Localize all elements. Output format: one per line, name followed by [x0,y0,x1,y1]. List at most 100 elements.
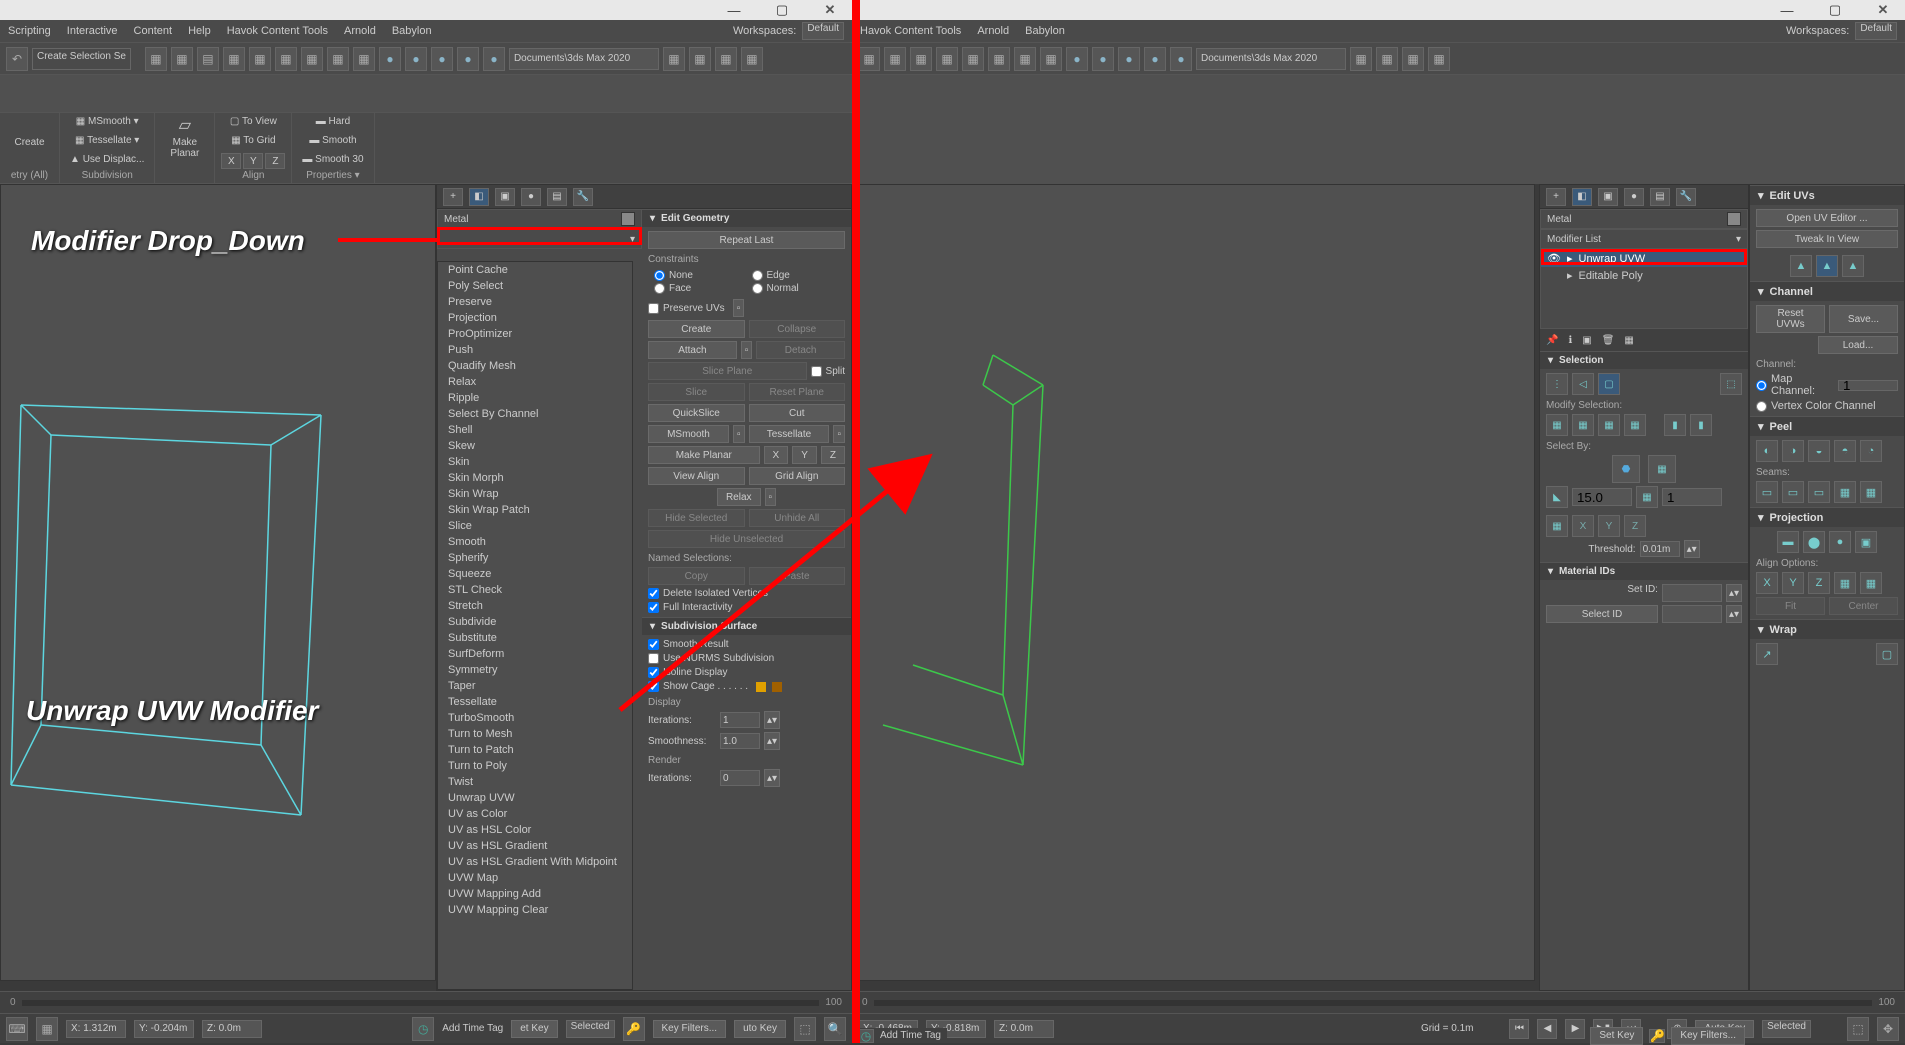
menu-arnold[interactable]: Arnold [344,25,376,37]
menu-babylon[interactable]: Babylon [392,25,432,37]
ribbon-smooth30[interactable]: ▬ Smooth 30 [298,153,367,166]
menu-help[interactable]: Help [188,25,211,37]
repeat-last-button[interactable]: Repeat Last [648,231,845,249]
rollout-selection[interactable]: ▾Selection [1540,351,1748,369]
proj-spherical-icon[interactable]: ● [1829,531,1851,553]
modifier-item-uvw-mapping-add[interactable]: UVW Mapping Add [438,886,632,902]
modifier-list-open[interactable]: Point CachePoly SelectPreserveProjection… [437,261,633,990]
tab-utilities-icon[interactable]: 🔧 [1676,188,1696,206]
modifier-item-uv-as-hsl-gradient-with-midpoint[interactable]: UV as HSL Gradient With Midpoint [438,854,632,870]
key-filters-button[interactable]: Key Filters... [1671,1027,1745,1045]
modifier-item-turn-to-poly[interactable]: Turn to Poly [438,758,632,774]
set-key-button[interactable]: Set Key [1590,1027,1643,1045]
vertex-color-radio[interactable]: Vertex Color Channel [1756,400,1898,412]
show-end-result-icon[interactable]: ℹ [1568,335,1572,346]
axis-z-icon[interactable]: Z [1624,515,1646,537]
key-filters-icon-left[interactable]: 🔑 [623,1017,645,1041]
modifier-item-substitute[interactable]: Substitute [438,630,632,646]
proj-planar-icon[interactable]: ▬ [1777,531,1799,553]
modifier-item-ripple[interactable]: Ripple [438,390,632,406]
proj-view-icon[interactable]: ▦ [1834,572,1856,594]
tool-end-3[interactable]: ▦ [715,47,737,71]
modifier-item-skew[interactable]: Skew [438,438,632,454]
cut-button[interactable]: Cut [749,404,846,422]
sel-count-field[interactable] [1662,488,1722,506]
tool-end-2[interactable]: ▦ [689,47,711,71]
tool-icon-1[interactable]: ▦ [858,47,880,71]
modifier-item-shell[interactable]: Shell [438,422,632,438]
loop-icon[interactable]: ▦ [1624,414,1646,436]
modifier-item-slice[interactable]: Slice [438,518,632,534]
render-teapot-icon-3[interactable]: ● [1118,47,1140,71]
modifier-item-subdivide[interactable]: Subdivide [438,614,632,630]
modifier-item-turbosmooth[interactable]: TurboSmooth [438,710,632,726]
tool-icon-5[interactable]: ▦ [962,47,984,71]
wrap-icon-2[interactable]: ▢ [1876,643,1898,665]
ribbon-usedisplac[interactable]: ▲ Use Displac... [66,153,148,166]
render-teapot-icon-4[interactable]: ● [1144,47,1166,71]
render-teapot-icon-5[interactable]: ● [483,47,505,71]
peel-icon-2[interactable]: ◑ [1782,440,1804,462]
rollout-material-ids[interactable]: ▾Material IDs [1540,562,1748,580]
modifier-item-uv-as-hsl-color[interactable]: UV as HSL Color [438,822,632,838]
modifier-item-squeeze[interactable]: Squeeze [438,566,632,582]
seam-icon-5[interactable]: ▦ [1860,481,1882,503]
modifier-item-surfdeform[interactable]: SurfDeform [438,646,632,662]
tool-icon-7[interactable]: ▦ [301,47,323,71]
modifier-item-twist[interactable]: Twist [438,774,632,790]
timeline-left[interactable]: 0100 [0,991,852,1013]
proj-x-icon[interactable]: X [1756,572,1778,594]
planar-angle-icon[interactable]: ◣ [1546,486,1568,508]
render-teapot-icon-2[interactable]: ● [405,47,427,71]
open-uv-editor-button[interactable]: Open UV Editor ... [1756,209,1898,227]
tool-icon-3[interactable]: ▦ [910,47,932,71]
seam-icon-4[interactable]: ▦ [1834,481,1856,503]
tool-icon-2[interactable]: ▦ [171,47,193,71]
tool-end-1[interactable]: ▦ [663,47,685,71]
proj-box-icon[interactable]: ▣ [1855,531,1877,553]
quickslice-button[interactable]: QuickSlice [648,404,745,422]
timeline-right[interactable]: 0100 [852,991,1905,1013]
menu-scripting[interactable]: Scripting [8,25,51,37]
sel-count-icon[interactable]: ▦ [1636,486,1658,508]
rollout-projection[interactable]: ▾Projection [1750,507,1904,527]
menu-havok[interactable]: Havok Content Tools [227,25,328,37]
modifier-item-select-by-channel[interactable]: Select By Channel [438,406,632,422]
create-button[interactable]: Create [648,320,745,338]
tab-create-icon[interactable]: + [1546,188,1566,206]
ribbon-tessellate[interactable]: ▦ Tessellate ▾ [71,134,143,147]
key-mode-select-left[interactable]: Selected [566,1020,615,1038]
object-name-field[interactable]: Metal [1540,209,1748,229]
axis-y-icon[interactable]: Y [1598,515,1620,537]
menu-content[interactable]: Content [134,25,173,37]
constraint-normal[interactable]: Normal [752,283,840,294]
tab-create-icon[interactable]: + [443,188,463,206]
peel-icon-5[interactable]: ◔ [1860,440,1882,462]
tool-icon-9[interactable]: ▦ [353,47,375,71]
seam-icon-1[interactable]: ▭ [1756,481,1778,503]
menu-babylon[interactable]: Babylon [1025,25,1065,37]
proj-cylindrical-icon[interactable]: ⬤ [1803,531,1825,553]
modifier-item-point-cache[interactable]: Point Cache [438,262,632,278]
render-teapot-icon-2[interactable]: ● [1092,47,1114,71]
constraint-edge[interactable]: Edge [752,270,840,281]
peel-icon-3[interactable]: ◒ [1808,440,1830,462]
project-path[interactable]: Documents\3ds Max 2020 [1196,48,1346,70]
sel-vertex-icon[interactable]: ⋮ [1546,373,1568,395]
modifier-item-spherify[interactable]: Spherify [438,550,632,566]
modifier-item-smooth[interactable]: Smooth [438,534,632,550]
modifier-item-prooptimizer[interactable]: ProOptimizer [438,326,632,342]
stack-editable-poly[interactable]: ▸Editable Poly [1541,267,1747,284]
color-swatch[interactable] [621,212,635,226]
key-filters-button-left[interactable]: Key Filters... [653,1020,727,1038]
tool-end-4[interactable]: ▦ [1428,47,1450,71]
map-channel-radio[interactable]: Map Channel: [1756,373,1898,397]
ribbon-align-y[interactable]: Y [243,153,263,169]
make-unique-icon[interactable]: ▣ [1582,335,1591,346]
menu-havok[interactable]: Havok Content Tools [860,25,961,37]
tab-hierarchy-icon[interactable]: ▣ [1598,188,1618,206]
maxscript-icon[interactable]: ⌨ [6,1017,28,1041]
seam-icon-2[interactable]: ▭ [1782,481,1804,503]
workspaces-select[interactable]: Default [802,22,844,40]
tool-end-2[interactable]: ▦ [1376,47,1398,71]
